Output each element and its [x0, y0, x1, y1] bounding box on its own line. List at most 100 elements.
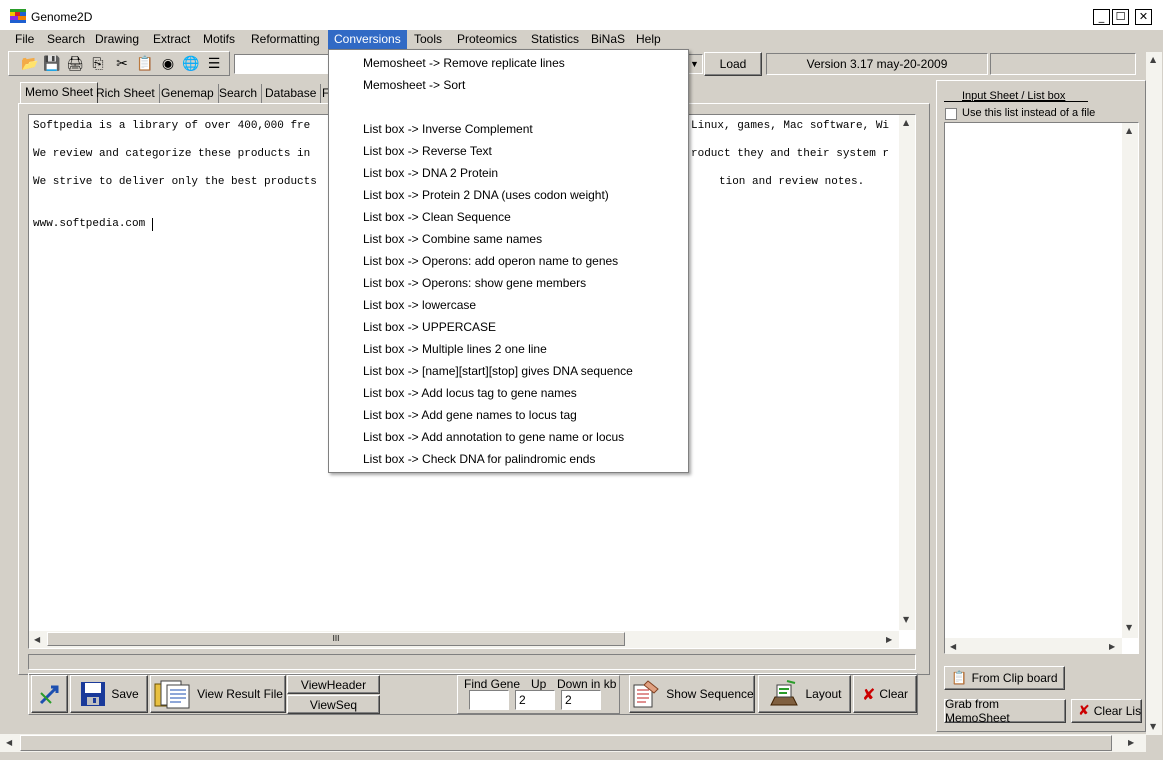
up-label: Up: [531, 677, 547, 691]
memo-line: roduct they and their system r: [691, 148, 890, 160]
list-icon[interactable]: ☰: [205, 55, 223, 73]
clipboard-icon: 📋: [951, 670, 968, 686]
layout-button[interactable]: Layout: [758, 675, 851, 713]
menu-conversions[interactable]: Conversions: [328, 30, 407, 49]
menu-reformatting[interactable]: Reformatting: [245, 30, 326, 49]
window-hscrollbar[interactable]: ◀ ▶: [0, 734, 1146, 752]
memo-line: Softpedia is a library of over 400,000 f…: [33, 120, 311, 132]
menu-item-check-palindromic[interactable]: List box -> Check DNA for palindromic en…: [363, 449, 595, 469]
show-sequence-button[interactable]: Show Sequence: [629, 675, 755, 713]
show-sequence-label: Show Sequence: [666, 687, 754, 701]
tab-memo-sheet[interactable]: Memo Sheet: [20, 82, 99, 104]
menu-statistics[interactable]: Statistics: [525, 30, 585, 49]
menu-extract[interactable]: Extract: [147, 30, 196, 49]
menu-file[interactable]: File: [9, 30, 40, 49]
red-x-icon: ✘: [1078, 703, 1090, 719]
view-result-file-button[interactable]: View Result File: [150, 675, 286, 713]
menu-proteomics[interactable]: Proteomics: [451, 30, 523, 49]
maximize-button[interactable]: ☐: [1112, 9, 1129, 25]
menu-binas[interactable]: BiNaS: [585, 30, 631, 49]
tab-rich-sheet[interactable]: Rich Sheet: [92, 84, 160, 104]
memo-vscrollbar[interactable]: ▲ ▼: [899, 115, 915, 630]
list-vscrollbar[interactable]: ▲ ▼: [1122, 123, 1138, 638]
menu-help[interactable]: Help: [630, 30, 667, 49]
clear-label: Clear: [879, 687, 909, 701]
menu-item-inverse-complement[interactable]: List box -> Inverse Complement: [363, 119, 533, 139]
load-button[interactable]: Load: [704, 52, 762, 76]
menu-drawing[interactable]: Drawing: [89, 30, 145, 49]
menu-item-lowercase[interactable]: List box -> lowercase: [363, 295, 476, 315]
menu-tools[interactable]: Tools: [408, 30, 448, 49]
sequence-document-icon: [633, 680, 660, 708]
paste-icon[interactable]: 📋: [136, 55, 154, 73]
menu-bar: File Search Drawing Extract Motifs Refor…: [0, 29, 1163, 49]
menu-item-sort[interactable]: Memosheet -> Sort: [363, 75, 465, 95]
load-label: Load: [719, 57, 747, 71]
from-clipboard-button[interactable]: 📋 From Clip board: [944, 666, 1065, 690]
menu-item-combine-same-names[interactable]: List box -> Combine same names: [363, 229, 542, 249]
menu-item-dna-2-protein[interactable]: List box -> DNA 2 Protein: [363, 163, 498, 183]
menu-item-add-annotation[interactable]: List box -> Add annotation to gene name …: [363, 427, 624, 447]
menu-item-uppercase[interactable]: List box -> UPPERCASE: [363, 317, 496, 337]
close-button[interactable]: ✕: [1135, 9, 1152, 25]
save-button[interactable]: Save: [70, 675, 148, 713]
save-label: Save: [111, 687, 139, 701]
tools-button[interactable]: [31, 675, 68, 713]
layout-easel-icon: [770, 680, 799, 706]
menu-item-clean-sequence[interactable]: List box -> Clean Sequence: [363, 207, 511, 227]
documents-icon: [154, 680, 190, 709]
print-icon[interactable]: 🖨: [66, 55, 84, 73]
tab-genemap[interactable]: Genemap: [157, 84, 219, 104]
menu-item-multiple-lines-one-line[interactable]: List box -> Multiple lines 2 one line: [363, 339, 547, 359]
open-folder-icon[interactable]: 📂: [21, 55, 39, 73]
view-header-label: ViewHeader: [300, 677, 367, 692]
view-seq-button[interactable]: ViewSeq: [287, 695, 380, 714]
menu-item-operons-show-members[interactable]: List box -> Operons: show gene members: [363, 273, 586, 293]
find-gene-label: Find Gene: [464, 677, 521, 691]
conversions-menu: Memosheet -> Remove replicate lines Memo…: [328, 49, 689, 473]
red-x-icon: ✘: [861, 684, 876, 704]
memo-line: Linux, games, Mac software, Wi: [691, 120, 890, 132]
menu-search[interactable]: Search: [41, 30, 91, 49]
use-list-checkbox[interactable]: [945, 108, 957, 120]
eye-icon[interactable]: ◉: [159, 55, 177, 73]
window-hscroll-thumb[interactable]: [20, 735, 1112, 751]
menu-item-name-start-stop[interactable]: List box -> [name][start][stop] gives DN…: [363, 361, 633, 381]
globe-icon[interactable]: 🌐: [182, 55, 200, 73]
tab-search[interactable]: Search: [215, 84, 263, 104]
list-hscrollbar[interactable]: ◀ ▶: [945, 638, 1122, 654]
find-gene-input[interactable]: [469, 690, 509, 710]
clear-button[interactable]: ✘ Clear: [853, 675, 917, 713]
menu-item-add-gene-names[interactable]: List box -> Add gene names to locus tag: [363, 405, 577, 425]
input-list-box[interactable]: ▲ ▼ ◀ ▶: [944, 122, 1139, 654]
memo-line: www.softpedia.com: [33, 218, 146, 230]
hscroll-thumb[interactable]: III: [47, 632, 625, 646]
minimize-button[interactable]: _: [1093, 9, 1110, 25]
up-input[interactable]: [515, 690, 555, 710]
menu-motifs[interactable]: Motifs: [197, 30, 241, 49]
menu-item-remove-replicate-lines[interactable]: Memosheet -> Remove replicate lines: [363, 53, 565, 73]
clear-list-label: Clear List: [1093, 704, 1142, 718]
layout-label: Layout: [805, 687, 842, 701]
toolbar-combo[interactable]: [234, 54, 330, 74]
view-result-label: View Result File: [197, 687, 283, 701]
copy-icon[interactable]: ⎘: [89, 55, 107, 73]
menu-item-add-locus-tag[interactable]: List box -> Add locus tag to gene names: [363, 383, 577, 403]
save-disk-icon[interactable]: 💾: [43, 55, 61, 73]
memo-line: We review and categorize these products …: [33, 148, 311, 160]
menu-item-operons-add-name[interactable]: List box -> Operons: add operon name to …: [363, 251, 618, 271]
clear-list-button[interactable]: ✘ Clear List: [1071, 699, 1142, 723]
menu-item-protein-2-dna[interactable]: List box -> Protein 2 DNA (uses codon we…: [363, 185, 609, 205]
status-strip: [28, 654, 916, 670]
window-title: Genome2D: [31, 10, 93, 24]
grab-memosheet-button[interactable]: Grab from MemoSheet: [944, 697, 1066, 725]
arrow-tools-icon: [39, 685, 58, 705]
view-header-button[interactable]: ViewHeader: [287, 675, 380, 694]
down-input[interactable]: [561, 690, 601, 710]
cut-icon[interactable]: ✂: [113, 55, 131, 73]
memo-hscrollbar[interactable]: ◀ III ▶: [29, 631, 899, 648]
window-vscrollbar[interactable]: ▲ ▼: [1146, 52, 1162, 735]
menu-item-reverse-text[interactable]: List box -> Reverse Text: [363, 141, 492, 161]
tab-database[interactable]: Database: [261, 84, 322, 104]
header-underline: [944, 101, 1088, 102]
